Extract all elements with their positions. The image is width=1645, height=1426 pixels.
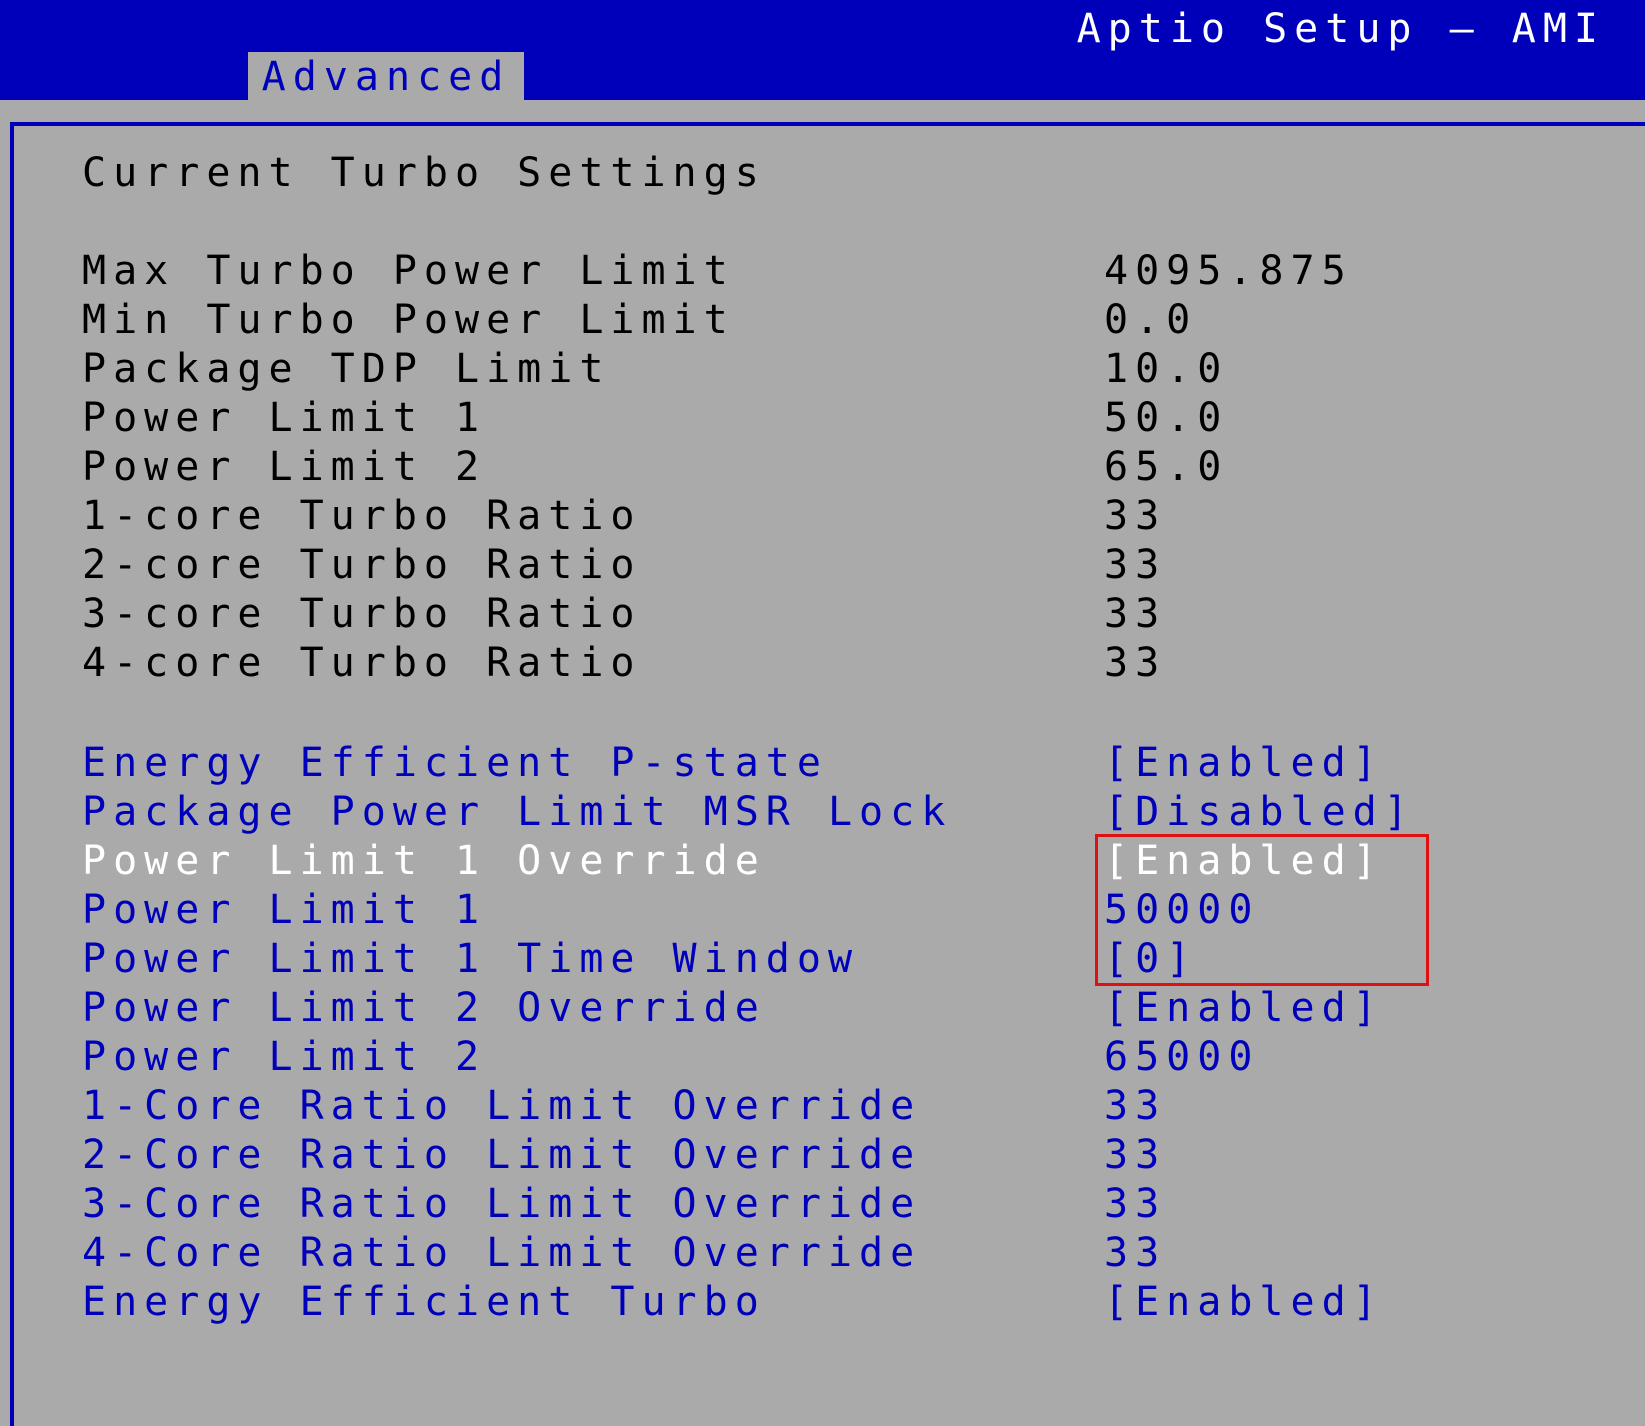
option-value[interactable]: [Enabled] <box>1104 740 1384 786</box>
info-row: Max Turbo Power Limit 4095.875 <box>0 248 1645 297</box>
option-row[interactable]: 1-Core Ratio Limit Override 33 <box>0 1083 1645 1132</box>
option-row[interactable]: Energy Efficient Turbo [Enabled] <box>0 1279 1645 1328</box>
info-value: 33 <box>1104 591 1167 637</box>
option-label[interactable]: Power Limit 1 <box>82 887 486 933</box>
info-label: Max Turbo Power Limit <box>82 248 735 294</box>
option-label[interactable]: 4-Core Ratio Limit Override <box>82 1230 921 1276</box>
info-row: 4-core Turbo Ratio 33 <box>0 640 1645 689</box>
option-row-selected[interactable]: Power Limit 1 Override [Enabled] <box>0 838 1645 887</box>
info-row: Min Turbo Power Limit 0.0 <box>0 297 1645 346</box>
option-label[interactable]: Power Limit 1 Override <box>82 838 766 884</box>
info-label: Package TDP Limit <box>82 346 611 392</box>
option-label[interactable]: 2-Core Ratio Limit Override <box>82 1132 921 1178</box>
tab-advanced[interactable]: Advanced <box>248 52 524 100</box>
option-row[interactable]: 2-Core Ratio Limit Override 33 <box>0 1132 1645 1181</box>
option-value[interactable]: [Disabled] <box>1104 789 1415 835</box>
info-value: 4095.875 <box>1104 248 1353 294</box>
section-title: Current Turbo Settings <box>82 150 766 196</box>
info-value: 65.0 <box>1104 444 1229 490</box>
info-row: 3-core Turbo Ratio 33 <box>0 591 1645 640</box>
option-row[interactable]: Power Limit 1 50000 <box>0 887 1645 936</box>
option-row[interactable]: 3-Core Ratio Limit Override 33 <box>0 1181 1645 1230</box>
info-row: Power Limit 1 50.0 <box>0 395 1645 444</box>
option-label[interactable]: 3-Core Ratio Limit Override <box>82 1181 921 1227</box>
option-label[interactable]: Power Limit 2 <box>82 1034 486 1080</box>
option-row[interactable]: Energy Efficient P-state [Enabled] <box>0 740 1645 789</box>
info-label: 3-core Turbo Ratio <box>82 591 642 637</box>
option-row[interactable]: Power Limit 2 Override [Enabled] <box>0 985 1645 1034</box>
info-value: 33 <box>1104 542 1167 588</box>
app-title: Aptio Setup – AMI <box>1076 6 1605 52</box>
info-value: 33 <box>1104 640 1167 686</box>
info-label: 4-core Turbo Ratio <box>82 640 642 686</box>
option-row[interactable]: Power Limit 2 65000 <box>0 1034 1645 1083</box>
option-label[interactable]: Energy Efficient P-state <box>82 740 828 786</box>
info-label: Power Limit 2 <box>82 444 487 490</box>
info-value: 33 <box>1104 493 1167 539</box>
info-label: Min Turbo Power Limit <box>82 297 735 343</box>
option-value[interactable]: [Enabled] <box>1104 985 1384 1031</box>
info-row: Package TDP Limit 10.0 <box>0 346 1645 395</box>
option-row[interactable]: Package Power Limit MSR Lock [Disabled] <box>0 789 1645 838</box>
option-value[interactable]: 33 <box>1104 1083 1166 1129</box>
info-row: Power Limit 2 65.0 <box>0 444 1645 493</box>
option-label[interactable]: 1-Core Ratio Limit Override <box>82 1083 921 1129</box>
info-value: 50.0 <box>1104 395 1229 441</box>
option-label[interactable]: Power Limit 1 Time Window <box>82 936 859 982</box>
option-value[interactable]: 65000 <box>1104 1034 1259 1080</box>
option-label[interactable]: Power Limit 2 Override <box>82 985 766 1031</box>
option-value[interactable]: [Enabled] <box>1104 838 1384 884</box>
info-label: 1-core Turbo Ratio <box>82 493 642 539</box>
info-label: 2-core Turbo Ratio <box>82 542 642 588</box>
option-value[interactable]: 50000 <box>1104 887 1259 933</box>
info-value: 0.0 <box>1104 297 1198 343</box>
option-row[interactable]: 4-Core Ratio Limit Override 33 <box>0 1230 1645 1279</box>
option-row[interactable]: Power Limit 1 Time Window [0] <box>0 936 1645 985</box>
info-row: 2-core Turbo Ratio 33 <box>0 542 1645 591</box>
info-label: Power Limit 1 <box>82 395 487 441</box>
info-value: 10.0 <box>1104 346 1229 392</box>
option-value[interactable]: 33 <box>1104 1230 1166 1276</box>
info-row: 1-core Turbo Ratio 33 <box>0 493 1645 542</box>
option-label[interactable]: Package Power Limit MSR Lock <box>82 789 952 835</box>
option-value[interactable]: [Enabled] <box>1104 1279 1384 1325</box>
option-label[interactable]: Energy Efficient Turbo <box>82 1279 766 1325</box>
option-value[interactable]: 33 <box>1104 1181 1166 1227</box>
title-bar: Aptio Setup – AMI Advanced <box>0 0 1645 100</box>
option-value[interactable]: [0] <box>1104 936 1197 982</box>
option-value[interactable]: 33 <box>1104 1132 1166 1178</box>
